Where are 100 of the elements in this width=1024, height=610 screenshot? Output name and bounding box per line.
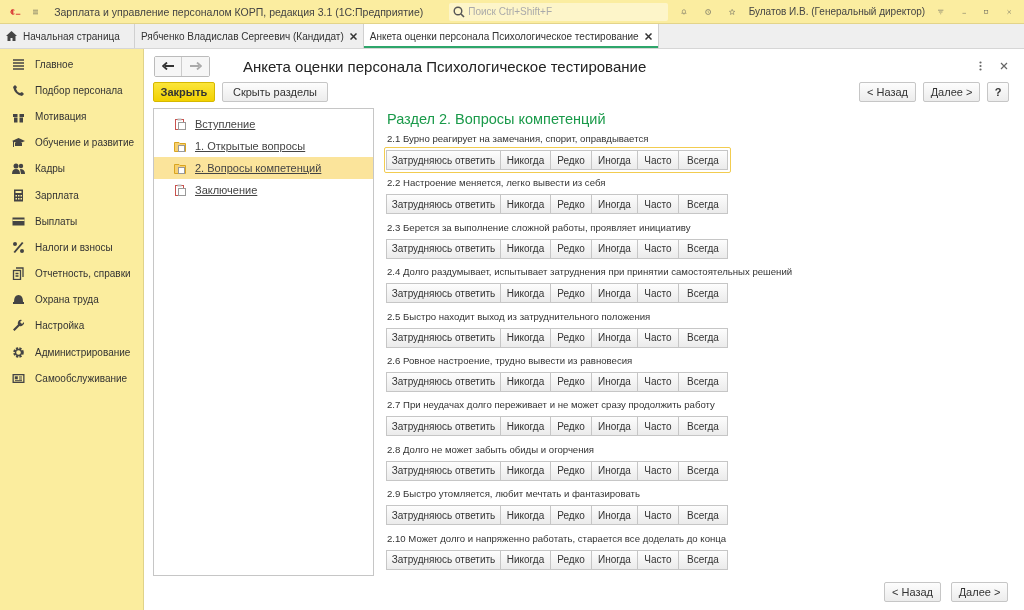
section-item[interactable]: Вступление xyxy=(154,113,373,135)
next-button[interactable]: Далее > xyxy=(923,82,980,102)
answer-button[interactable]: Никогда xyxy=(500,371,551,392)
sidebar-item[interactable]: Отчетность, справки xyxy=(0,260,143,287)
answer-button[interactable]: Всегда xyxy=(678,327,728,348)
answer-button[interactable]: Никогда xyxy=(500,194,551,215)
search-input[interactable]: Поиск Ctrl+Shift+F xyxy=(468,3,669,20)
answer-button[interactable]: Иногда xyxy=(591,238,638,259)
sidebar-item[interactable]: Обучение и развитие xyxy=(0,129,143,156)
hide-sections-button[interactable]: Скрыть разделы xyxy=(222,82,328,102)
answer-button[interactable]: Часто xyxy=(637,238,679,259)
tab[interactable]: Анкета оценки персонала Психологическое тестирование xyxy=(363,24,659,48)
answer-button[interactable]: Редко xyxy=(550,283,592,304)
close-icon[interactable] xyxy=(644,32,652,40)
sidebar-item[interactable]: Налоги и взносы xyxy=(0,234,143,261)
answer-button[interactable]: Часто xyxy=(637,150,679,170)
answer-button[interactable]: Затрудняюсь ответить xyxy=(386,283,501,304)
answer-button[interactable]: Затрудняюсь ответить xyxy=(386,549,501,570)
answer-button[interactable]: Никогда xyxy=(500,416,551,437)
answer-button[interactable]: Редко xyxy=(550,327,592,348)
sidebar-item[interactable]: Зарплата xyxy=(0,181,143,209)
close-icon[interactable] xyxy=(1000,62,1008,70)
next-button[interactable]: Далее > xyxy=(951,582,1008,602)
helmet-icon xyxy=(12,293,25,307)
tab[interactable]: Рябченко Владислав Сергеевич (Кандидат) xyxy=(135,24,364,48)
more-icon[interactable] xyxy=(979,61,982,71)
answer-button[interactable]: Затрудняюсь ответить xyxy=(386,327,501,348)
answer-button[interactable]: Часто xyxy=(637,371,679,392)
back-button[interactable]: < Назад xyxy=(884,582,941,602)
help-button[interactable]: ? xyxy=(987,82,1009,102)
answer-button[interactable]: Иногда xyxy=(591,460,638,481)
answer-button[interactable]: Никогда xyxy=(500,460,551,481)
tab[interactable]: Начальная страница xyxy=(0,24,135,48)
answer-button[interactable]: Всегда xyxy=(678,150,728,170)
back-button[interactable]: < Назад xyxy=(859,82,916,102)
answer-button[interactable]: Затрудняюсь ответить xyxy=(386,460,501,481)
answer-button[interactable]: Никогда xyxy=(500,505,551,526)
answer-button[interactable]: Всегда xyxy=(678,460,728,481)
sidebar-item[interactable]: Кадры xyxy=(0,155,143,182)
answer-button[interactable]: Всегда xyxy=(678,238,728,259)
answer-button[interactable]: Иногда xyxy=(591,505,638,526)
answer-button[interactable]: Затрудняюсь ответить xyxy=(386,150,501,170)
answer-button[interactable]: Никогда xyxy=(500,283,551,304)
answer-button[interactable]: Всегда xyxy=(678,416,728,437)
answer-button[interactable]: Всегда xyxy=(678,283,728,304)
answer-button[interactable]: Редко xyxy=(550,150,592,170)
answer-button[interactable]: Часто xyxy=(637,327,679,348)
section-item[interactable]: 1. Открытые вопросы xyxy=(154,135,373,157)
section-item[interactable]: Заключение xyxy=(154,179,373,201)
sidebar-item[interactable]: Охрана труда xyxy=(0,286,143,313)
answer-button[interactable]: Часто xyxy=(637,460,679,481)
answer-button[interactable]: Всегда xyxy=(678,505,728,526)
answer-button[interactable]: Затрудняюсь ответить xyxy=(386,371,501,392)
search-field[interactable]: Поиск Ctrl+Shift+F xyxy=(449,2,669,21)
answer-button[interactable]: Иногда xyxy=(591,327,638,348)
search-icon[interactable] xyxy=(453,5,466,18)
answer-button[interactable]: Редко xyxy=(550,238,592,259)
user-name[interactable]: Булатов И.В. (Генеральный директор) xyxy=(748,6,926,17)
answer-button[interactable]: Редко xyxy=(550,549,592,570)
answer-button[interactable]: Никогда xyxy=(500,327,551,348)
answer-button[interactable]: Затрудняюсь ответить xyxy=(386,238,501,259)
sidebar-item[interactable]: Главное xyxy=(0,51,143,78)
answer-button[interactable]: Часто xyxy=(637,505,679,526)
back-arrow-button[interactable] xyxy=(155,56,182,76)
close-icon[interactable] xyxy=(349,32,357,40)
answer-button[interactable]: Редко xyxy=(550,371,592,392)
answer-button[interactable]: Затрудняюсь ответить xyxy=(386,416,501,437)
answer-button[interactable]: Иногда xyxy=(591,194,638,215)
right-arrow-icon xyxy=(189,62,202,70)
answer-button[interactable]: Всегда xyxy=(678,371,728,392)
answer-button[interactable]: Никогда xyxy=(500,150,551,170)
answer-button[interactable]: Редко xyxy=(550,194,592,215)
answer-button[interactable]: Иногда xyxy=(591,371,638,392)
answer-button[interactable]: Часто xyxy=(637,416,679,437)
calculator-icon xyxy=(12,188,25,202)
answer-button[interactable]: Иногда xyxy=(591,283,638,304)
sidebar-item[interactable]: Выплаты xyxy=(0,208,143,235)
close-button[interactable]: Закрыть xyxy=(153,82,215,102)
list-icon xyxy=(12,57,25,71)
answer-button[interactable]: Иногда xyxy=(591,549,638,570)
answer-button[interactable]: Часто xyxy=(637,549,679,570)
sidebar-item[interactable]: Подбор персонала xyxy=(0,77,143,104)
answer-button[interactable]: Иногда xyxy=(591,150,638,170)
answer-button[interactable]: Часто xyxy=(637,194,679,215)
answer-button[interactable]: Редко xyxy=(550,416,592,437)
answer-button[interactable]: Часто xyxy=(637,283,679,304)
answer-button[interactable]: Затрудняюсь ответить xyxy=(386,505,501,526)
answer-button[interactable]: Всегда xyxy=(678,194,728,215)
answer-button[interactable]: Иногда xyxy=(591,416,638,437)
sidebar-item[interactable]: Настройка xyxy=(0,312,143,340)
section-item[interactable]: 2. Вопросы компетенций xyxy=(154,157,373,179)
answer-button[interactable]: Никогда xyxy=(500,549,551,570)
answer-button[interactable]: Затрудняюсь ответить xyxy=(386,194,501,215)
answer-button[interactable]: Никогда xyxy=(500,238,551,259)
sidebar-item[interactable]: Самообслуживание xyxy=(0,365,143,392)
answer-button[interactable]: Всегда xyxy=(678,549,728,570)
answer-button[interactable]: Редко xyxy=(550,505,592,526)
answer-button[interactable]: Редко xyxy=(550,460,592,481)
sidebar-item[interactable]: Администрирование xyxy=(0,339,143,366)
sidebar-item[interactable]: Мотивация xyxy=(0,103,143,130)
